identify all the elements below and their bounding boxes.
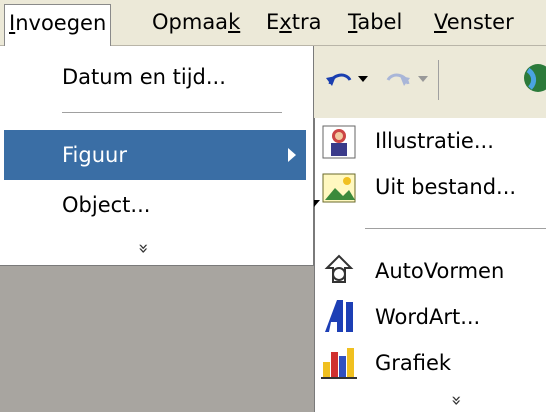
clipart-icon: [322, 125, 356, 159]
menu-extra[interactable]: Extra: [262, 4, 325, 40]
wordart-icon: [325, 300, 353, 332]
menu-opmaak-label: Opmaak: [152, 10, 241, 34]
menu-item-figuur[interactable]: Figuur: [4, 130, 306, 180]
submenu-item-uit-bestand-label: Uit bestand...: [375, 175, 517, 199]
submenu-item-illustratie-label: Illustratie...: [375, 129, 494, 153]
standard-toolbar: [314, 46, 546, 119]
image-file-icon: [322, 173, 356, 203]
autoshapes-icon: [324, 254, 354, 283]
submenu-item-autovormen[interactable]: AutoVormen: [315, 248, 546, 294]
submenu-item-illustratie[interactable]: Illustratie...: [315, 118, 546, 164]
chart-icon: [321, 348, 357, 379]
menu-opmaak[interactable]: Opmaak: [148, 4, 244, 40]
menu-tabel-label: Tabel: [348, 10, 403, 34]
insert-menu: Datum en tijd... Figuur Object... »: [0, 46, 314, 266]
menu-item-object-label: Object...: [62, 193, 151, 217]
menu-item-figuur-label: Figuur: [62, 143, 127, 167]
submenu-item-wordart-label: WordArt...: [375, 305, 481, 329]
menu-invoegen[interactable]: Invoegen: [4, 4, 112, 46]
submenu-item-wordart[interactable]: WordArt...: [315, 294, 546, 340]
submenu-separator: [365, 228, 546, 229]
expand-menu-icon[interactable]: »: [133, 243, 154, 254]
undo-dropdown-icon[interactable]: [358, 76, 368, 84]
submenu-expand-icon[interactable]: »: [446, 395, 467, 406]
submenu-item-grafiek[interactable]: Grafiek: [315, 340, 546, 386]
menu-bar: Invoegen Opmaak Extra Tabel Venster: [0, 0, 546, 46]
globe-icon[interactable]: [516, 60, 546, 96]
toolbar-separator: [438, 60, 439, 100]
menu-item-datum-en-tijd-label: Datum en tijd...: [62, 65, 226, 89]
redo-dropdown-icon[interactable]: [418, 76, 428, 84]
menu-venster[interactable]: Venster: [430, 4, 518, 40]
submenu-item-autovormen-label: AutoVormen: [375, 259, 505, 283]
menu-item-object[interactable]: Object...: [4, 180, 306, 230]
menu-tabel[interactable]: Tabel: [344, 4, 406, 40]
undo-icon[interactable]: [324, 66, 354, 92]
menu-venster-label: Venster: [434, 10, 514, 34]
menu-item-datum-en-tijd[interactable]: Datum en tijd...: [4, 52, 306, 102]
submenu-arrow-icon: [288, 148, 296, 162]
document-background: [0, 266, 314, 412]
menu-invoegen-label: Invoegen: [9, 11, 107, 35]
redo-icon[interactable]: [384, 66, 412, 92]
submenu-item-uit-bestand[interactable]: Uit bestand...: [315, 164, 546, 210]
mouse-cursor-icon: [314, 200, 320, 207]
menu-separator: [62, 112, 282, 113]
figure-submenu: Illustratie... Uit bestand... AutoVormen…: [314, 118, 546, 412]
submenu-item-grafiek-label: Grafiek: [375, 351, 452, 375]
menu-extra-label: Extra: [266, 10, 322, 34]
